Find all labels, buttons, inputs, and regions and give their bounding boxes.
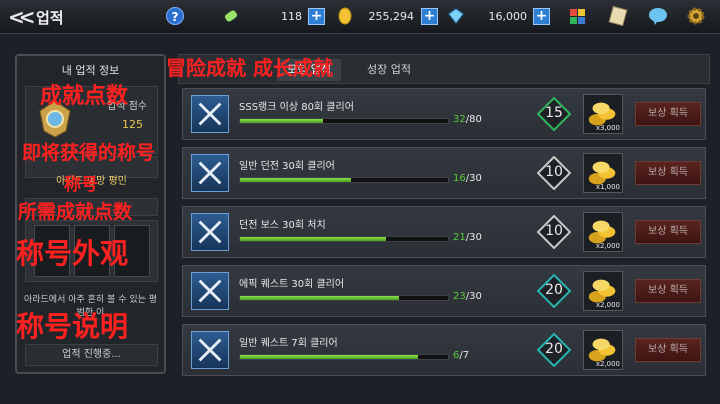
gold-value: 255,294 xyxy=(368,10,415,23)
achievement-points: 15 xyxy=(545,105,563,121)
annotation-description: 称号说明 xyxy=(16,310,129,343)
achievement-points: 10 xyxy=(545,223,563,239)
progress-count: 21/30 xyxy=(453,232,482,243)
achievement-progress-button[interactable]: 업적 진행중... xyxy=(25,344,158,366)
progress-count: 6/7 xyxy=(453,350,470,361)
annotation-appearance: 称号外观 xyxy=(16,237,129,270)
claim-reward-button[interactable]: 보상 획득 xyxy=(635,338,701,362)
reward-box: x2,000 xyxy=(583,212,623,252)
reward-box: x1,000 xyxy=(583,153,623,193)
points-value: 125 xyxy=(122,118,143,131)
progress-bar xyxy=(239,295,449,301)
reward-quantity: x2,000 xyxy=(595,301,620,309)
annotation-tabs: 冒险成就 成长成就 xyxy=(166,56,333,80)
annotation-required-points: 所需成就点数 xyxy=(18,201,133,223)
crossed-swords-icon xyxy=(191,95,229,133)
tab-growth[interactable]: 성장 업적 xyxy=(357,59,421,81)
panel-title: 내 업적 정보 xyxy=(61,64,120,77)
progress-bar xyxy=(239,236,449,242)
achievement-list: SSS랭크 이상 80회 클리어 32/80 15 x3,000 보상 획득 일… xyxy=(178,86,710,390)
reward-box: x2,000 xyxy=(583,271,623,311)
annotation-title-obtain: 即将获得的称号 xyxy=(22,142,156,164)
chat-icon[interactable] xyxy=(647,5,669,27)
annotation-title: 称号 xyxy=(64,175,98,195)
achievement-name: SSS랭크 이상 80회 클리어 xyxy=(239,102,354,113)
crossed-swords-icon xyxy=(191,213,229,251)
reward-box: x3,000 xyxy=(583,94,623,134)
gem-value: 16,000 xyxy=(488,10,528,23)
achievement-points: 20 xyxy=(545,282,563,298)
achievement-row: SSS랭크 이상 80회 클리어 32/80 15 x3,000 보상 획득 xyxy=(182,88,706,140)
achievement-row: 던전 보스 30회 처치 21/30 10 x2,000 보상 획득 xyxy=(182,206,706,258)
achievement-name: 일반 던전 30회 클리어 xyxy=(239,161,335,172)
progress-count: 16/30 xyxy=(453,173,482,184)
crossed-swords-icon xyxy=(191,331,229,369)
reward-quantity: x2,000 xyxy=(595,360,620,368)
achievement-points: 20 xyxy=(545,341,563,357)
stamina-value: 118 xyxy=(281,10,302,23)
scroll-icon[interactable] xyxy=(607,5,629,27)
claim-reward-button[interactable]: 보상 획득 xyxy=(635,161,701,185)
reward-quantity: x2,000 xyxy=(595,242,620,250)
claim-reward-button[interactable]: 보상 획득 xyxy=(635,220,701,244)
puzzle-icon[interactable] xyxy=(567,5,589,27)
achievement-row: 에픽 퀘스트 30회 클리어 23/30 20 x2,000 보상 획득 xyxy=(182,265,706,317)
reward-quantity: x3,000 xyxy=(595,124,620,132)
top-bar: << 업적 ? 118 + 255,294 + 16,000 + xyxy=(0,0,720,34)
back-button[interactable]: << xyxy=(8,5,35,29)
achievement-row: 일반 퀘스트 7회 클리어 6/7 20 x2,000 보상 획득 xyxy=(182,324,706,376)
crossed-swords-icon xyxy=(191,154,229,192)
progress-count: 23/30 xyxy=(453,291,482,302)
achievement-row: 일반 던전 30회 클리어 16/30 10 x1,000 보상 획득 xyxy=(182,147,706,199)
achievement-name: 일반 퀘스트 7회 클리어 xyxy=(239,338,338,349)
claim-reward-button[interactable]: 보상 획득 xyxy=(635,102,701,126)
help-icon[interactable]: ? xyxy=(166,7,184,25)
add-gem-button[interactable]: + xyxy=(533,8,550,25)
add-stamina-button[interactable]: + xyxy=(308,8,325,25)
progress-bar xyxy=(239,354,449,360)
claim-reward-button[interactable]: 보상 획득 xyxy=(635,279,701,303)
achievement-name: 에픽 퀘스트 30회 클리어 xyxy=(239,279,345,290)
progress-bar xyxy=(239,118,449,124)
crossed-swords-icon xyxy=(191,272,229,310)
progress-count: 32/80 xyxy=(453,114,482,125)
page-title: 업적 xyxy=(36,9,64,27)
achievement-name: 던전 보스 30회 처치 xyxy=(239,220,326,231)
gear-icon[interactable] xyxy=(685,5,707,27)
reward-box: x2,000 xyxy=(583,330,623,370)
add-gold-button[interactable]: + xyxy=(421,8,438,25)
progress-bar xyxy=(239,177,449,183)
annotation-points: 成就点数 xyxy=(40,84,129,109)
reward-quantity: x1,000 xyxy=(595,183,620,191)
achievement-points: 10 xyxy=(545,164,563,180)
